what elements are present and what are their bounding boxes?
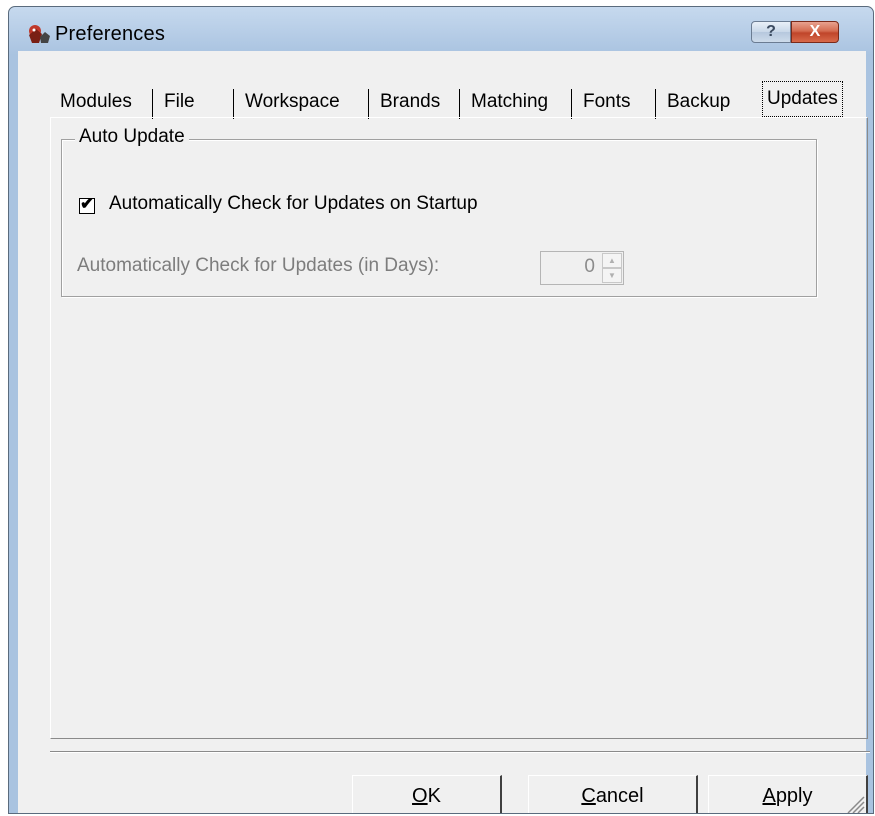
preferences-window: Preferences ? X Modules File Workspace B… [8, 6, 874, 814]
tab-divider [459, 89, 460, 119]
tab-divider [152, 89, 153, 119]
days-label: Automatically Check for Updates (in Days… [77, 255, 440, 276]
spin-down-arrow-icon[interactable]: ▼ [602, 268, 622, 283]
app-wolf-icon [29, 25, 50, 43]
cancel-label: ancel [595, 785, 644, 807]
tab-label: File [164, 91, 195, 112]
tab-divider [233, 89, 234, 119]
apply-label: pply [775, 785, 813, 807]
window-title: Preferences [55, 23, 166, 45]
tab-label: Backup [667, 91, 731, 112]
tab-modules[interactable]: Modules [50, 85, 132, 119]
tab-file[interactable]: File [154, 85, 195, 119]
close-icon: X [809, 23, 821, 40]
tab-brands[interactable]: Brands [370, 85, 440, 119]
spin-up-arrow-icon[interactable]: ▲ [602, 253, 622, 268]
tab-backup[interactable]: Backup [657, 85, 730, 119]
tab-label: Matching [471, 91, 549, 112]
tab-divider [368, 89, 369, 119]
cancel-button[interactable]: Cancel [528, 775, 698, 813]
dialog-client-area: Modules File Workspace Brands Matching F… [18, 51, 870, 814]
resize-grip-icon[interactable] [842, 791, 866, 814]
checkmark-icon: ✔ [80, 194, 95, 213]
auto-check-label[interactable]: Automatically Check for Updates on Start… [109, 193, 478, 215]
tab-label: Brands [380, 91, 441, 112]
tab-label: Updates [767, 88, 838, 109]
group-title: Auto Update [75, 126, 189, 148]
tab-divider [655, 89, 656, 119]
help-icon: ? [766, 23, 776, 40]
ok-button[interactable]: OK [352, 775, 502, 813]
ok-label: K [427, 785, 441, 807]
tab-divider [571, 89, 572, 119]
tab-fonts[interactable]: Fonts [573, 85, 631, 119]
auto-check-checkbox[interactable]: ✔ [79, 194, 95, 214]
tab-matching[interactable]: Matching [461, 85, 548, 119]
title-bar[interactable]: Preferences ? X [9, 7, 873, 51]
tab-workspace[interactable]: Workspace [235, 85, 340, 119]
cancel-mnemonic: C [581, 785, 596, 807]
tab-updates[interactable]: Updates [762, 81, 843, 117]
auto-update-group: Auto Update ✔ Automatically Check for Up… [61, 126, 817, 297]
help-button[interactable]: ? [751, 21, 791, 43]
days-spinner[interactable]: 0 ▲ ▼ [540, 251, 624, 285]
tab-label: Workspace [245, 91, 340, 112]
apply-mnemonic: A [762, 785, 776, 807]
tab-label: Fonts [583, 91, 631, 112]
days-value: 0 [584, 256, 595, 277]
divider [50, 752, 870, 753]
tab-label: Modules [60, 91, 132, 112]
ok-mnemonic: O [412, 785, 428, 807]
close-button[interactable]: X [791, 21, 839, 43]
